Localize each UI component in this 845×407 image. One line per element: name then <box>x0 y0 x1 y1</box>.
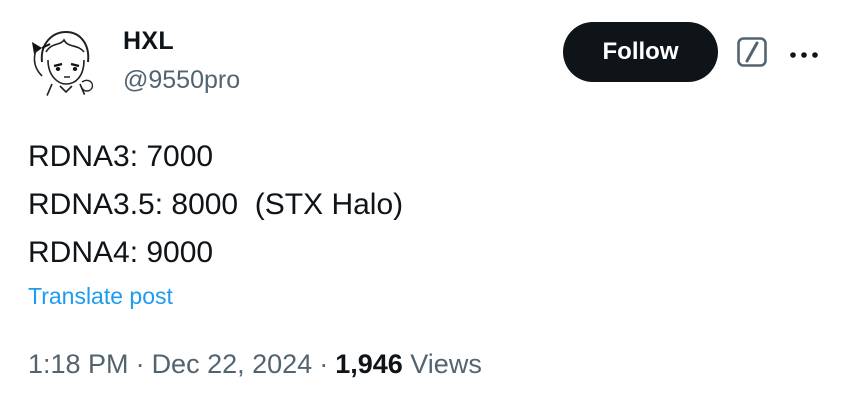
tweet-line: RDNA3: 7000 <box>28 140 214 173</box>
grok-icon[interactable] <box>737 37 767 67</box>
avatar[interactable] <box>26 22 104 100</box>
user-handle[interactable]: @9550pro <box>123 64 240 96</box>
post-date[interactable]: Dec 22, 2024 <box>152 349 313 379</box>
tweet-line: RDNA4: 9000 <box>28 236 214 269</box>
tweet-line: RDNA3.5: 8000 (STX Halo) <box>28 188 404 221</box>
tweet-text: RDNA3: 7000 RDNA3.5: 8000 (STX Halo) RDN… <box>28 133 403 277</box>
post-time[interactable]: 1:18 PM <box>28 349 129 379</box>
meta-separator: · <box>319 349 329 379</box>
views-label: Views <box>410 349 482 379</box>
more-icon[interactable] <box>789 47 819 58</box>
meta-separator: · <box>135 349 145 379</box>
tweet-meta: 1:18 PM · Dec 22, 2024 · 1,946 Views <box>28 347 482 381</box>
follow-button[interactable]: Follow <box>563 22 718 82</box>
translate-post-link[interactable]: Translate post <box>28 281 173 311</box>
views-count: 1,946 <box>335 349 403 379</box>
anime-girl-sketch-icon <box>32 30 94 99</box>
display-name[interactable]: HXL <box>123 26 174 56</box>
